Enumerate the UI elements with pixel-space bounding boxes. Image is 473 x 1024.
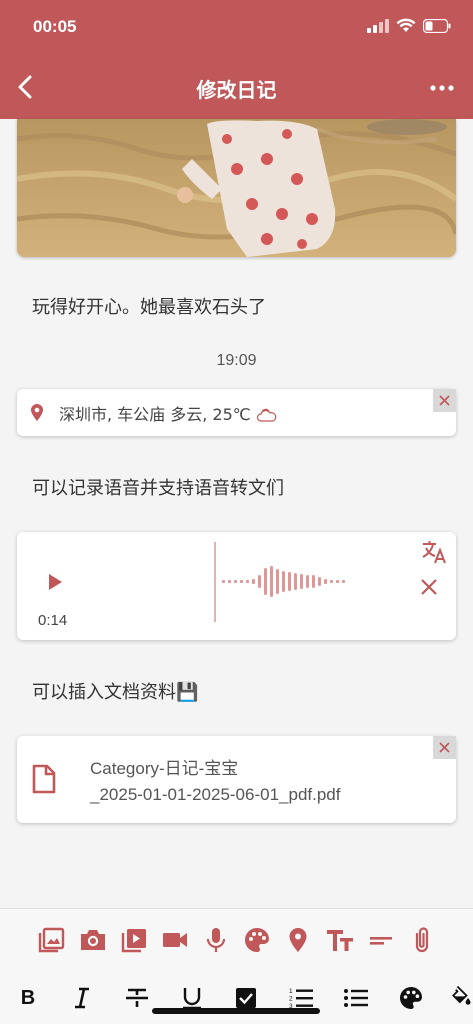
video-camera-icon [163, 933, 187, 947]
status-time: 00:05 [33, 17, 77, 36]
more-horizontal-icon [430, 85, 454, 91]
italic-icon [75, 987, 89, 1009]
location-icon [289, 928, 307, 952]
text-size-button[interactable] [325, 926, 355, 954]
bullet-list-button[interactable] [342, 986, 370, 1010]
record-video-button[interactable] [161, 926, 189, 954]
svg-text:B: B [21, 987, 35, 1009]
attachment-icon [415, 927, 429, 953]
palette-icon [245, 928, 269, 952]
text-size-icon [327, 930, 353, 951]
numbered-list-button[interactable]: 1 2 3 [287, 986, 315, 1010]
microphone-icon [206, 928, 226, 952]
more-button[interactable] [429, 78, 455, 98]
image-icon [38, 927, 65, 953]
editor-toolbar: B 1 2 3 [0, 908, 473, 1024]
cloudy-day-icon [256, 408, 277, 422]
attach-file-button[interactable] [409, 925, 435, 955]
wifi-icon [396, 18, 416, 32]
translate-icon [422, 541, 446, 564]
delete-audio-button[interactable] [419, 577, 439, 597]
location-text: 深圳市, 车公庙 多云, 25℃ [59, 401, 278, 425]
transcribe-button[interactable] [421, 538, 449, 566]
take-photo-button[interactable] [79, 926, 107, 954]
remove-file-button[interactable] [433, 736, 456, 759]
entry-time[interactable]: 19:09 [0, 352, 473, 370]
file-name-line2: _2025-01-01-2025-06-01_pdf.pdf [90, 785, 341, 804]
add-location-button[interactable] [284, 926, 312, 954]
location-pin-icon [31, 404, 43, 421]
camera-icon [81, 930, 105, 950]
svg-text:2: 2 [289, 996, 293, 1003]
file-card[interactable]: Category-日记-宝宝 _2025-01-01-2025-06-01_pd… [17, 736, 456, 823]
bullet-list-icon [344, 989, 368, 1007]
checkbox-icon [236, 988, 256, 1008]
location-label: 深圳市, 车公庙 多云, 25℃ [59, 405, 251, 424]
entry-text[interactable]: 玩得好开心。她最喜欢石头了 [32, 293, 266, 319]
audio-card: 0:14 [17, 532, 456, 640]
fill-color-icon [452, 986, 471, 1005]
location-card[interactable]: 深圳市, 车公庙 多云, 25℃ [17, 389, 456, 436]
video-library-icon [121, 929, 146, 953]
text-color-button[interactable] [397, 986, 425, 1010]
bold-icon: B [21, 987, 35, 1009]
divider-icon [370, 937, 392, 945]
doc-note-text[interactable]: 可以插入文档资料💾 [32, 678, 198, 704]
document-icon [32, 764, 56, 794]
photo-illustration [17, 119, 456, 257]
play-icon [49, 574, 62, 590]
close-icon [421, 579, 437, 595]
audio-waveform[interactable] [213, 542, 353, 622]
battery-icon [423, 18, 451, 33]
theme-button[interactable] [243, 926, 271, 954]
status-icons [367, 18, 451, 33]
fill-color-button[interactable] [450, 986, 473, 1010]
audio-duration: 0:14 [38, 612, 68, 629]
home-indicator[interactable] [152, 1008, 320, 1014]
entry-photo[interactable] [17, 119, 456, 257]
page-title: 修改日记 [196, 78, 277, 102]
underline-button[interactable] [178, 986, 206, 1010]
insert-image-button[interactable] [37, 926, 65, 954]
audio-note-text[interactable]: 可以记录语音并支持语音转文们 [32, 474, 284, 500]
italic-button[interactable] [68, 986, 96, 1010]
remove-location-button[interactable] [433, 389, 456, 412]
strikethrough-icon [126, 988, 148, 1007]
numbered-list-icon: 1 2 3 [289, 988, 313, 1010]
file-name-line1: Category-日记-宝宝 [90, 759, 239, 778]
file-name: Category-日记-宝宝 _2025-01-01-2025-06-01_pd… [90, 756, 340, 808]
play-button[interactable] [43, 570, 67, 594]
palette-icon [400, 987, 422, 1009]
app-header: 00:05 修改日记 [0, 0, 473, 119]
underline-icon [183, 988, 201, 1010]
signal-icon [367, 18, 389, 33]
insert-video-button[interactable] [120, 926, 148, 954]
insert-divider-button[interactable] [367, 926, 395, 954]
strikethrough-button[interactable] [123, 986, 151, 1010]
close-icon [439, 395, 450, 406]
svg-text:1: 1 [289, 988, 293, 995]
bold-button[interactable]: B [14, 986, 42, 1010]
record-audio-button[interactable] [202, 926, 230, 954]
close-icon [439, 742, 450, 753]
checkbox-button[interactable] [232, 986, 260, 1010]
